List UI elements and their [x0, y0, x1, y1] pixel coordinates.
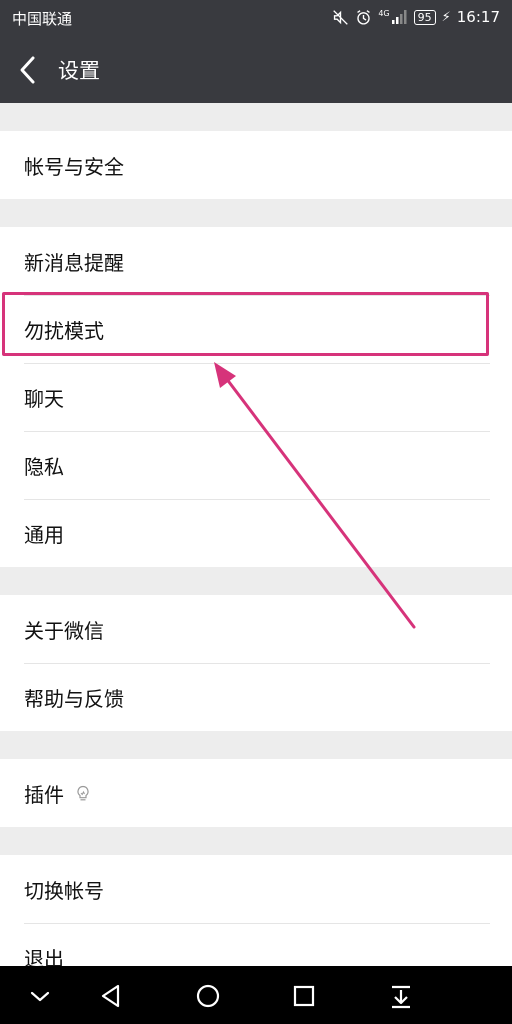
- title-bar: 设置: [0, 36, 512, 103]
- status-bar: 中国联通 4G 95 ⚡ 16:17: [0, 0, 512, 36]
- settings-item-label: 切换帐号: [24, 878, 104, 903]
- back-arrow-icon[interactable]: [10, 50, 46, 90]
- settings-item-plugins[interactable]: 插件: [0, 759, 512, 827]
- settings-item-chat[interactable]: 聊天: [0, 363, 512, 431]
- settings-item-label: 帮助与反馈: [24, 686, 124, 711]
- settings-item-label: 新消息提醒: [24, 250, 124, 275]
- battery-level: 95: [413, 9, 436, 25]
- home-circle-icon[interactable]: [192, 980, 224, 1012]
- mute-icon: [333, 9, 349, 25]
- signal-icon: [391, 10, 407, 24]
- navigation-bar: [0, 966, 512, 1024]
- settings-group-about: 关于微信 帮助与反馈: [0, 595, 512, 731]
- section-gap: [0, 103, 512, 131]
- settings-item-account-security[interactable]: 帐号与安全: [0, 131, 512, 199]
- alarm-icon: [357, 9, 371, 25]
- settings-item-about-wechat[interactable]: 关于微信: [0, 595, 512, 663]
- settings-group-general: 新消息提醒 勿扰模式 聊天 隐私 通用: [0, 227, 512, 567]
- chevron-down-icon[interactable]: [24, 980, 56, 1012]
- settings-item-label: 隐私: [24, 454, 64, 479]
- status-icons: 4G 95 ⚡ 16:17: [332, 7, 500, 27]
- settings-item-switch-account[interactable]: 切换帐号: [0, 855, 512, 923]
- page-title: 设置: [58, 59, 100, 83]
- settings-group-account: 帐号与安全: [0, 131, 512, 199]
- settings-item-help-feedback[interactable]: 帮助与反馈: [0, 663, 512, 731]
- settings-item-label: 勿扰模式: [24, 318, 104, 343]
- settings-item-general[interactable]: 通用: [0, 499, 512, 567]
- section-gap: [0, 827, 512, 855]
- settings-item-notifications[interactable]: 新消息提醒: [0, 227, 512, 295]
- clock: 16:17: [456, 8, 500, 26]
- settings-list: 帐号与安全 新消息提醒 勿扰模式 聊天 隐私 通用 关于微信 帮助与反馈 插件: [0, 103, 512, 991]
- settings-item-label: 聊天: [24, 386, 64, 411]
- lightbulb-icon: [77, 785, 89, 801]
- charging-icon: ⚡: [441, 9, 451, 25]
- carrier-name: 中国联通: [12, 10, 73, 28]
- section-gap: [0, 199, 512, 227]
- notification-pull-icon[interactable]: [385, 980, 417, 1012]
- section-gap: [0, 567, 512, 595]
- network-type: 4G: [378, 9, 390, 18]
- section-gap: [0, 731, 512, 759]
- settings-item-label: 通用: [24, 522, 64, 547]
- settings-group-plugins: 插件: [0, 759, 512, 827]
- settings-item-privacy[interactable]: 隐私: [0, 431, 512, 499]
- settings-item-label: 插件: [24, 782, 64, 807]
- settings-item-label: 帐号与安全: [24, 154, 124, 179]
- back-triangle-icon[interactable]: [95, 980, 127, 1012]
- settings-item-label: 关于微信: [24, 618, 104, 643]
- recents-square-icon[interactable]: [288, 980, 320, 1012]
- settings-item-do-not-disturb[interactable]: 勿扰模式: [0, 295, 512, 363]
